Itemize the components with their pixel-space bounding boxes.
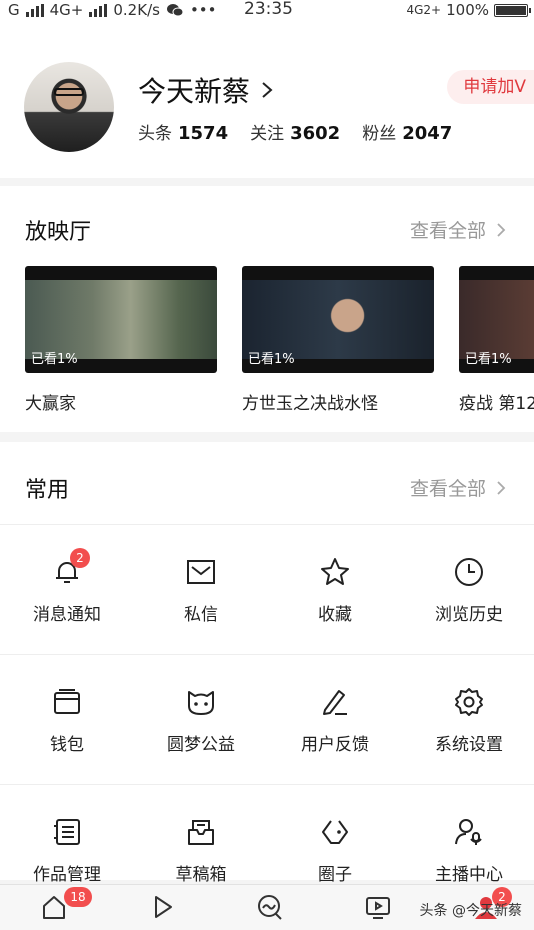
tab-video[interactable] <box>148 893 178 923</box>
notification-badge: 2 <box>70 548 90 568</box>
grid-item-label: 圆梦公益 <box>167 735 235 755</box>
bottom-tab-bar: 18 2 头条 @今天新蔡 <box>0 884 534 930</box>
movie-poster-3[interactable]: 已看1% <box>459 266 534 373</box>
stat-following[interactable]: 关注 3602 <box>250 119 340 144</box>
grid-item-anchor[interactable]: 主播中心 <box>402 816 534 885</box>
movie-title-1[interactable]: 大赢家 <box>25 389 76 414</box>
grid-item-messages[interactable]: 私信 <box>134 556 268 625</box>
apply-v-button[interactable]: 申请加V <box>447 70 534 104</box>
grid-item-history[interactable]: 浏览历史 <box>402 556 534 625</box>
profile-card: 今天新蔡 申请加V 头条 1574 关注 3602 粉丝 2047 <box>0 22 534 178</box>
theater-see-all[interactable]: 查看全部 <box>410 216 506 243</box>
signal-icon-2 <box>89 3 108 17</box>
see-all-label: 查看全部 <box>409 478 486 500</box>
chevron-right-icon <box>497 480 506 495</box>
tv-icon <box>366 897 390 919</box>
home-badge: 18 <box>64 887 92 907</box>
tab-home[interactable]: 18 <box>40 887 92 923</box>
theater-section: 放映厅 查看全部 已看1% 大赢家 已看1% 方世玉之决战水怪 已看1% 疫战 … <box>0 186 534 432</box>
profile-name: 今天新蔡 <box>138 75 251 108</box>
status-time: 23:35 <box>244 0 293 19</box>
grid-item-favorites[interactable]: 收藏 <box>268 556 402 625</box>
play-icon <box>155 896 172 918</box>
stat-toutiao[interactable]: 头条 1574 <box>138 119 228 144</box>
stat-label: 关注 <box>250 124 285 144</box>
common-section: 常用 查看全部 2 消息通知 私信 收藏 浏览历史 钱包 圆梦公益 用户反馈 系… <box>0 442 534 885</box>
speed-label: 0.2K/s <box>113 1 160 19</box>
watch-progress: 已看1% <box>465 352 512 367</box>
grid-item-label: 私信 <box>184 605 218 625</box>
movie-poster-2[interactable]: 已看1% <box>242 266 434 373</box>
status-right: 4G2+ 100% <box>406 0 531 20</box>
grid-item-label: 圈子 <box>318 865 352 885</box>
stat-fans[interactable]: 粉丝 2047 <box>362 119 452 144</box>
divider <box>0 784 534 785</box>
grid-item-label: 主播中心 <box>435 865 503 885</box>
stat-value: 2047 <box>402 123 453 144</box>
anchor-icon <box>455 819 482 845</box>
gear-icon <box>455 688 483 716</box>
common-see-all[interactable]: 查看全部 <box>410 474 506 501</box>
clock-icon <box>455 558 483 586</box>
theater-title: 放映厅 <box>25 220 92 245</box>
charity-face-icon <box>188 691 214 715</box>
grid-item-settings[interactable]: 系统设置 <box>402 686 534 755</box>
battery-icon <box>494 3 531 17</box>
chevron-right-icon <box>497 222 506 237</box>
see-all-label: 查看全部 <box>409 220 486 242</box>
stat-label: 头条 <box>138 124 172 144</box>
circle-icon <box>322 820 348 844</box>
grid-item-label: 收藏 <box>318 605 352 625</box>
more-dots-icon: ••• <box>189 1 217 19</box>
grid-item-label: 消息通知 <box>33 605 101 625</box>
network-label: 4G+ <box>49 1 84 19</box>
wallet-icon <box>54 689 80 714</box>
search-icon <box>258 895 282 920</box>
document-icon <box>54 819 80 845</box>
stat-value: 1574 <box>178 123 229 144</box>
status-bar: G 4G+ 0.2K/s ••• 23:35 4G2+ 100% <box>0 0 534 22</box>
grid-item-label: 用户反馈 <box>301 735 369 755</box>
star-icon <box>321 558 349 585</box>
profile-stats: 头条 1574 关注 3602 粉丝 2047 <box>138 119 452 144</box>
watermark: 头条 @今天新蔡 <box>419 903 522 919</box>
grid-item-feedback[interactable]: 用户反馈 <box>268 686 402 755</box>
divider <box>0 524 534 525</box>
grid-item-drafts[interactable]: 草稿箱 <box>134 816 268 885</box>
carrier-label: G <box>8 1 20 19</box>
divider <box>0 654 534 655</box>
movie-poster-1[interactable]: 已看1% <box>25 266 217 373</box>
stat-label: 粉丝 <box>362 124 397 144</box>
avatar[interactable] <box>24 62 114 152</box>
grid-item-label: 浏览历史 <box>435 605 503 625</box>
grid-item-label: 钱包 <box>50 735 84 755</box>
pen-icon <box>323 690 347 715</box>
grid-item-label: 草稿箱 <box>175 865 227 885</box>
grid-item-label: 系统设置 <box>435 735 503 755</box>
movie-title-2[interactable]: 方世玉之决战水怪 <box>242 389 378 414</box>
grid-item-wallet[interactable]: 钱包 <box>0 686 134 755</box>
tab-search[interactable] <box>256 893 286 923</box>
grid-item-notifications[interactable]: 2 消息通知 <box>0 548 134 625</box>
movie-title-3[interactable]: 疫战 第12 <box>459 389 534 414</box>
drafts-icon <box>188 820 214 845</box>
grid-item-charity[interactable]: 圆梦公益 <box>134 686 268 755</box>
watch-progress: 已看1% <box>31 352 78 367</box>
mail-icon <box>187 560 215 584</box>
status-left: G 4G+ 0.2K/s ••• <box>8 0 216 20</box>
common-title: 常用 <box>25 478 70 503</box>
stat-value: 3602 <box>290 123 341 144</box>
grid-item-circle[interactable]: 圈子 <box>268 816 402 885</box>
grid-item-label: 作品管理 <box>33 865 101 885</box>
wechat-icon <box>166 4 184 17</box>
signal-icon <box>25 3 44 17</box>
chevron-right-icon <box>262 82 273 98</box>
watch-progress: 已看1% <box>248 352 295 367</box>
battery-percent: 100% <box>446 1 489 19</box>
network-right-label: 4G2+ <box>406 3 442 17</box>
tab-tv[interactable] <box>364 893 394 923</box>
grid-item-works[interactable]: 作品管理 <box>0 816 134 885</box>
profile-name-link[interactable]: 今天新蔡 <box>138 70 274 110</box>
